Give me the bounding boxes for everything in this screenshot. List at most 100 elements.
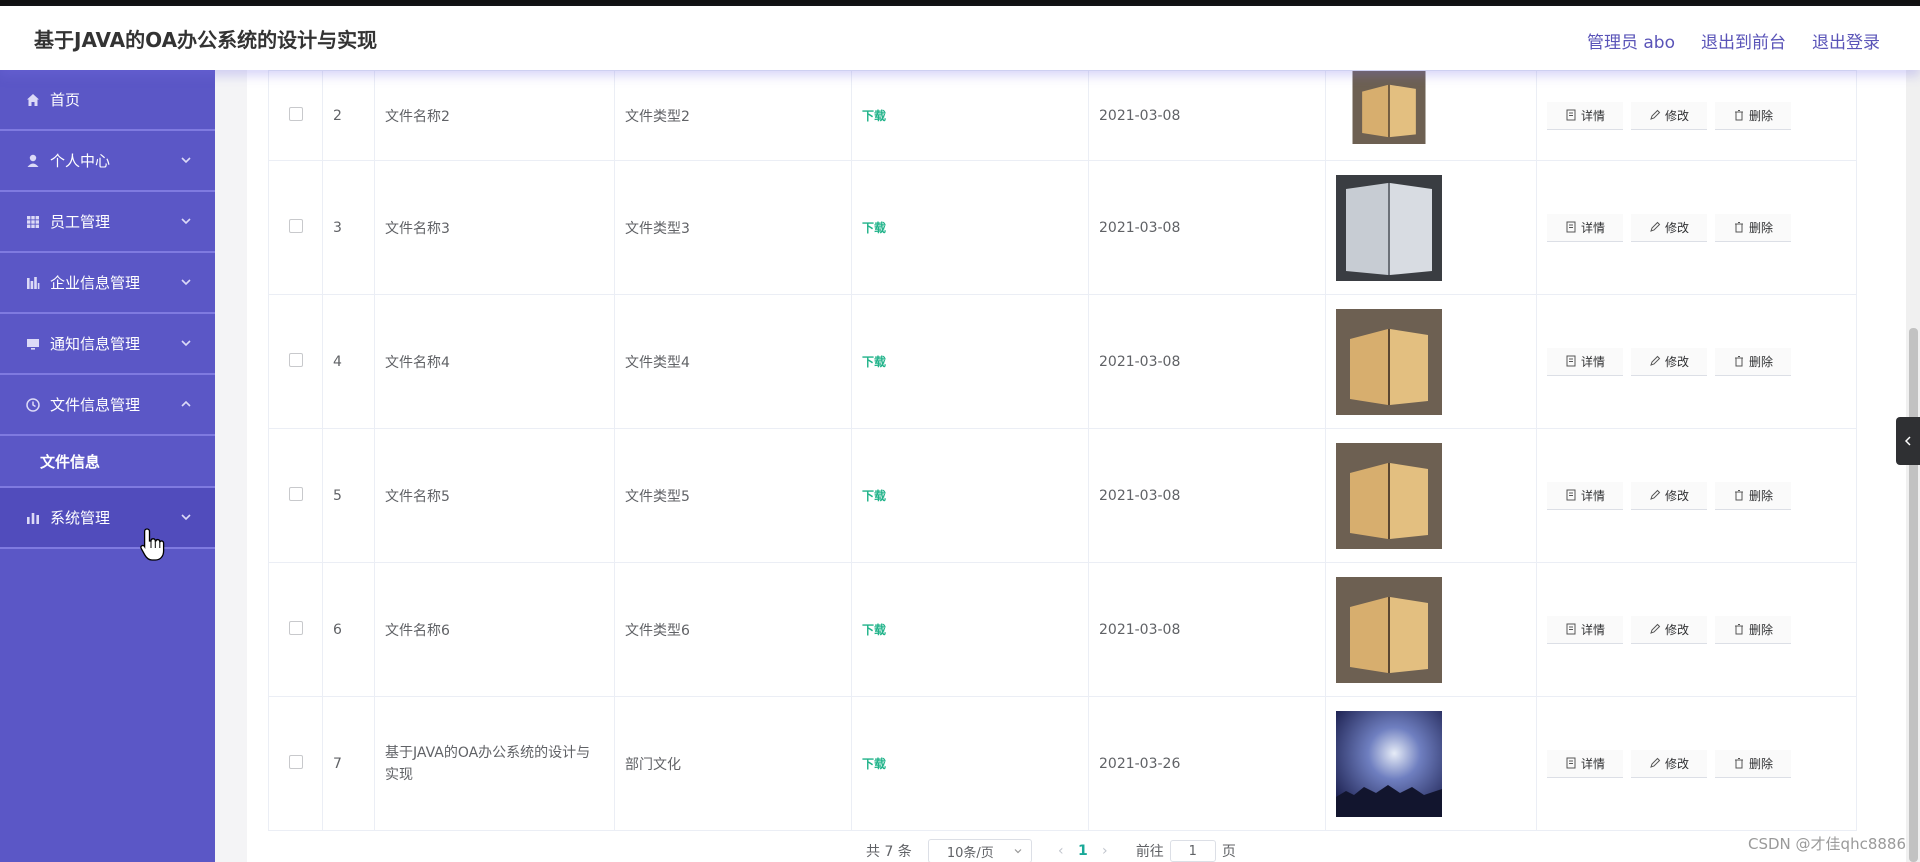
sidebar-item-label: 文件信息管理 bbox=[50, 396, 141, 414]
row-index: 6 bbox=[322, 562, 375, 697]
table-row: 2 文件名称2 文件类型2 下载 2021-03-08 详情 修改 删除 bbox=[268, 70, 1857, 161]
delete-button[interactable]: 删除 bbox=[1715, 481, 1791, 510]
download-link[interactable]: 下载 bbox=[862, 489, 886, 503]
chevron-left-icon bbox=[1904, 436, 1911, 446]
detail-button[interactable]: 详情 bbox=[1547, 481, 1623, 510]
table-row: 3 文件名称3 文件类型3 下载 2021-03-08 详情 修改 删除 bbox=[268, 160, 1857, 295]
table-row: 5 文件名称5 文件类型5 下载 2021-03-08 详情 修改 删除 bbox=[268, 428, 1857, 563]
edit-button[interactable]: 修改 bbox=[1631, 347, 1707, 376]
sidebar-item-notice[interactable]: 通知信息管理 bbox=[0, 314, 215, 375]
edit-icon bbox=[1650, 355, 1661, 366]
sidebar-item-personal-center[interactable]: 个人中心 bbox=[0, 131, 215, 192]
trash-icon bbox=[1734, 222, 1743, 233]
file-thumbnail[interactable] bbox=[1336, 308, 1442, 415]
bar-chart-icon bbox=[24, 274, 42, 292]
row-index: 5 bbox=[322, 428, 375, 563]
edit-icon bbox=[1650, 623, 1661, 634]
sidebar-item-employee[interactable]: 员工管理 bbox=[0, 192, 215, 253]
document-icon bbox=[1566, 109, 1576, 121]
document-icon bbox=[1566, 623, 1576, 635]
detail-button[interactable]: 详情 bbox=[1547, 749, 1623, 778]
file-thumbnail[interactable] bbox=[1336, 174, 1442, 281]
download-link[interactable]: 下载 bbox=[862, 109, 886, 123]
edit-button[interactable]: 修改 bbox=[1631, 615, 1707, 644]
sidebar-item-home[interactable]: 首页 bbox=[0, 70, 215, 131]
file-thumbnail[interactable] bbox=[1336, 442, 1442, 549]
file-name: 文件名称2 bbox=[374, 70, 615, 161]
row-checkbox[interactable] bbox=[288, 218, 303, 233]
row-checkbox[interactable] bbox=[288, 352, 303, 367]
goto-label: 前往 bbox=[1135, 844, 1164, 860]
table-row: 4 文件名称4 文件类型4 下载 2021-03-08 详情 修改 删除 bbox=[268, 294, 1857, 429]
trash-icon bbox=[1734, 624, 1743, 635]
download-link[interactable]: 下载 bbox=[862, 757, 886, 771]
sidebar-item-label: 员工管理 bbox=[50, 213, 111, 231]
exit-to-front-link[interactable]: 退出到前台 bbox=[1701, 28, 1786, 53]
edit-icon bbox=[1650, 221, 1661, 232]
sidebar-item-label: 通知信息管理 bbox=[50, 335, 141, 353]
next-page-button[interactable]: › bbox=[1098, 843, 1112, 859]
delete-button[interactable]: 删除 bbox=[1715, 347, 1791, 376]
sidebar-item-system[interactable]: 系统管理 bbox=[0, 488, 215, 549]
sidebar-item-enterprise[interactable]: 企业信息管理 bbox=[0, 253, 215, 314]
file-name: 文件名称5 bbox=[374, 428, 615, 563]
file-thumbnail[interactable] bbox=[1336, 576, 1442, 683]
edit-button[interactable]: 修改 bbox=[1631, 481, 1707, 510]
file-type: 文件类型2 bbox=[614, 70, 852, 161]
document-icon bbox=[1566, 489, 1576, 501]
download-link[interactable]: 下载 bbox=[862, 355, 886, 369]
goto-page-input[interactable] bbox=[1169, 840, 1216, 862]
sidebar: 首页 个人中心 员工管理 企业信息管理 通知信息管理 文件信息管理 文件信息 系… bbox=[0, 70, 215, 862]
admin-user-link[interactable]: 管理员 abo bbox=[1587, 28, 1675, 53]
row-checkbox[interactable] bbox=[288, 486, 303, 501]
download-link[interactable]: 下载 bbox=[862, 221, 886, 235]
file-thumbnail[interactable] bbox=[1336, 71, 1442, 144]
row-index: 4 bbox=[322, 294, 375, 429]
scrollbar-thumb[interactable] bbox=[1909, 328, 1918, 862]
row-checkbox[interactable] bbox=[288, 620, 303, 635]
delete-button[interactable]: 删除 bbox=[1715, 615, 1791, 644]
row-checkbox[interactable] bbox=[288, 754, 303, 769]
delete-button[interactable]: 删除 bbox=[1715, 101, 1791, 130]
user-icon bbox=[24, 152, 42, 170]
file-thumbnail[interactable] bbox=[1336, 710, 1442, 817]
edit-button[interactable]: 修改 bbox=[1631, 213, 1707, 242]
edit-button[interactable]: 修改 bbox=[1631, 749, 1707, 778]
sidebar-item-file-info-manage[interactable]: 文件信息管理 bbox=[0, 375, 215, 436]
download-link[interactable]: 下载 bbox=[862, 623, 886, 637]
prev-page-button[interactable]: ‹ bbox=[1054, 843, 1068, 859]
file-name: 文件名称6 bbox=[374, 562, 615, 697]
page-number-current[interactable]: 1 bbox=[1068, 843, 1098, 859]
edit-button[interactable]: 修改 bbox=[1631, 101, 1707, 130]
pagination: 共 7 条 10条/页 ‹ 1 › 前往 页 bbox=[866, 839, 1236, 862]
file-table: 2 文件名称2 文件类型2 下载 2021-03-08 详情 修改 删除 3 文… bbox=[268, 70, 1857, 831]
detail-button[interactable]: 详情 bbox=[1547, 213, 1623, 242]
system-title: 基于JAVA的OA办公系统的设计与实现 bbox=[34, 28, 378, 52]
file-type: 文件类型6 bbox=[614, 562, 852, 697]
upload-date: 2021-03-08 bbox=[1088, 562, 1326, 697]
document-icon bbox=[1566, 355, 1576, 367]
chevron-down-icon bbox=[1014, 849, 1022, 854]
clock-icon bbox=[24, 396, 42, 414]
logout-link[interactable]: 退出登录 bbox=[1812, 28, 1880, 53]
detail-button[interactable]: 详情 bbox=[1547, 101, 1623, 130]
page-size-select[interactable]: 10条/页 bbox=[927, 839, 1032, 862]
sidebar-item-label: 首页 bbox=[50, 91, 81, 109]
collapse-panel-tab[interactable] bbox=[1896, 417, 1920, 465]
file-name: 文件名称3 bbox=[374, 160, 615, 295]
row-checkbox[interactable] bbox=[288, 106, 303, 121]
detail-button[interactable]: 详情 bbox=[1547, 615, 1623, 644]
row-index: 7 bbox=[322, 696, 375, 831]
delete-button[interactable]: 删除 bbox=[1715, 749, 1791, 778]
monitor-icon bbox=[24, 335, 42, 353]
upload-date: 2021-03-08 bbox=[1088, 160, 1326, 295]
detail-button[interactable]: 详情 bbox=[1547, 347, 1623, 376]
table-row: 7 基于JAVA的OA办公系统的设计与实现 部门文化 下载 2021-03-26 bbox=[268, 696, 1857, 831]
chevron-up-icon bbox=[181, 400, 191, 407]
delete-button[interactable]: 删除 bbox=[1715, 213, 1791, 242]
upload-date: 2021-03-08 bbox=[1088, 70, 1326, 161]
chevron-down-icon bbox=[181, 279, 191, 286]
sidebar-subitem-file-info[interactable]: 文件信息 bbox=[0, 436, 215, 488]
total-count: 共 7 条 bbox=[866, 844, 912, 860]
row-index: 2 bbox=[322, 70, 375, 161]
